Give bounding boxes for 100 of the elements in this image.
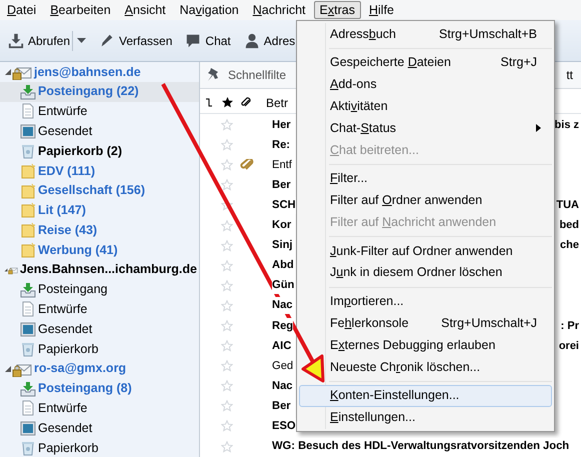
star-outline-icon bbox=[221, 260, 233, 272]
star-outline-icon bbox=[221, 280, 233, 292]
folder-row[interactable]: Papierkorb bbox=[0, 438, 199, 457]
folder-row[interactable]: Gesendet bbox=[0, 418, 199, 438]
toolbar-button[interactable]: Adres bbox=[242, 30, 298, 52]
folder-label: Reise (43) bbox=[37, 222, 98, 239]
folder-label: jens@bahnsen.de bbox=[32, 64, 142, 81]
menu-item[interactable]: Gespeicherte Dateien Strg+J bbox=[299, 52, 552, 74]
star-outline-icon bbox=[221, 300, 233, 312]
folder-icon bbox=[20, 162, 36, 179]
menu-item[interactable]: Hilfe bbox=[362, 1, 400, 19]
speech-bubble-icon bbox=[185, 32, 202, 48]
menu-item[interactable]: Fehlerkonsole Strg+Umschalt+J bbox=[299, 312, 552, 334]
folder-row[interactable]: Papierkorb (2) bbox=[0, 141, 199, 161]
folder-row[interactable]: Jens.Bahnsen...ichamburg.de bbox=[0, 260, 199, 280]
folder-label: Gesendet bbox=[37, 320, 94, 338]
trash-icon bbox=[20, 143, 36, 160]
folder-row[interactable]: Lit (147) bbox=[0, 200, 199, 220]
folder-row[interactable]: Posteingang (22) bbox=[0, 82, 199, 102]
folder-label: Gesellschaft (156) bbox=[37, 182, 146, 200]
menu-item[interactable]: Add-ons bbox=[299, 74, 552, 96]
folder-row[interactable]: Posteingang bbox=[0, 280, 199, 300]
column-title[interactable]: Betr bbox=[254, 94, 288, 112]
toolbar-text: tt bbox=[566, 67, 574, 84]
quick-filter-label[interactable]: Schnellfilte bbox=[228, 66, 286, 84]
menu-item[interactable]: Bearbeiten bbox=[44, 1, 117, 19]
folder-row[interactable]: Reise (43) bbox=[0, 220, 199, 240]
folder-label: Papierkorb bbox=[37, 340, 100, 358]
menu-item[interactable]: Ansicht bbox=[118, 1, 172, 19]
message-subject[interactable]: bis z bbox=[554, 116, 581, 134]
message-subject[interactable]: bed bbox=[559, 217, 581, 234]
menu-item[interactable]: Konten-Einstellungen... bbox=[299, 384, 552, 407]
folder-row[interactable]: Gesellschaft (156) bbox=[0, 180, 199, 201]
thread-icon bbox=[205, 98, 213, 108]
message-subject[interactable]: : Pr bbox=[560, 318, 581, 334]
person-icon bbox=[244, 32, 260, 48]
folder-row[interactable]: Posteingang (8) bbox=[0, 378, 199, 399]
menu-item[interactable]: Filter auf Ordner anwenden bbox=[299, 190, 552, 212]
star-outline-icon bbox=[221, 440, 233, 453]
page-icon bbox=[20, 400, 36, 416]
star-outline-icon bbox=[221, 220, 233, 232]
menu-item[interactable]: Navigation bbox=[174, 1, 245, 19]
paperclip-icon bbox=[240, 97, 250, 108]
message-subject[interactable]: Nac bbox=[272, 297, 293, 314]
folder-icon bbox=[20, 202, 36, 218]
menu-item[interactable]: Datei bbox=[1, 1, 42, 19]
message-subject[interactable]: TUA bbox=[556, 197, 581, 214]
star-outline-icon bbox=[221, 159, 233, 172]
message-subject[interactable]: orei bbox=[558, 338, 581, 354]
menu-item[interactable]: Einstellungen... bbox=[299, 406, 552, 429]
inbox-icon bbox=[20, 282, 36, 298]
menu-item[interactable]: Nachricht bbox=[246, 1, 312, 19]
folder-icon bbox=[20, 222, 36, 238]
folder-label: ro-sa@gmx.org bbox=[33, 360, 128, 378]
star-outline-icon bbox=[221, 179, 233, 192]
star-outline-icon bbox=[221, 119, 233, 132]
download-icon bbox=[8, 32, 24, 48]
folder-label: Entwürfe bbox=[37, 400, 88, 418]
menu-item[interactable]: Neueste Chronik löschen... bbox=[299, 356, 552, 378]
folder-label: Werbung (41) bbox=[37, 242, 119, 259]
message-subject[interactable]: Gün bbox=[272, 277, 294, 294]
folder-row[interactable]: Gesendet bbox=[0, 121, 199, 142]
caret-icon bbox=[77, 38, 86, 44]
message-subject[interactable]: che bbox=[560, 237, 581, 254]
menu-item[interactable]: Extras bbox=[314, 1, 361, 19]
folder-row[interactable]: Entwürfe bbox=[0, 398, 199, 418]
menu-item[interactable]: Adressbuch Strg+Umschalt+B bbox=[299, 23, 552, 45]
toolbar-button[interactable]: Chat bbox=[183, 30, 233, 52]
menu-item[interactable]: Chat-Status bbox=[299, 117, 552, 139]
folder-label: Entwürfe bbox=[37, 103, 88, 120]
folder-row[interactable]: Werbung (41) bbox=[0, 240, 199, 260]
menu-item[interactable]: Junk in diesem Ordner löschen bbox=[299, 262, 552, 284]
star-outline-icon bbox=[221, 400, 233, 412]
folder-label: Papierkorb bbox=[37, 440, 100, 457]
menu-item[interactable]: Junk-Filter auf Ordner anwenden bbox=[299, 240, 552, 262]
menu-item[interactable]: Externes Debugging erlauben bbox=[299, 334, 552, 356]
star-outline-icon bbox=[221, 360, 233, 372]
menu-item[interactable]: Aktivitäten bbox=[299, 95, 552, 118]
toolbar-button[interactable]: Verfassen bbox=[97, 30, 174, 52]
page-icon bbox=[20, 301, 36, 318]
folder-label: Lit (147) bbox=[37, 202, 87, 220]
folder-label: Entwürfe bbox=[37, 301, 88, 318]
message-subject[interactable]: Reg bbox=[272, 318, 294, 334]
folder-icon bbox=[20, 182, 36, 199]
dropdown-button[interactable] bbox=[72, 30, 88, 50]
menu-item[interactable]: Filter... bbox=[299, 168, 552, 190]
menu-item[interactable]: Importieren... bbox=[299, 290, 552, 313]
inbox-icon bbox=[20, 380, 36, 397]
folder-label: Posteingang bbox=[37, 281, 109, 298]
folder-row[interactable]: EDV (111) bbox=[0, 160, 199, 181]
folder-label: Posteingang (8) bbox=[37, 380, 133, 398]
folder-row[interactable]: jens@bahnsen.de bbox=[0, 62, 199, 82]
folder-row[interactable]: Gesendet bbox=[0, 319, 199, 340]
folder-label: Gesendet bbox=[37, 122, 94, 140]
folder-row[interactable]: Papierkorb bbox=[0, 339, 199, 359]
toolbar-button[interactable]: Abrufen bbox=[6, 30, 72, 52]
folder-row[interactable]: ro-sa@gmx.org bbox=[0, 358, 199, 379]
star-outline-icon bbox=[221, 420, 233, 432]
folder-row[interactable]: Entwürfe bbox=[0, 300, 199, 320]
folder-row[interactable]: Entwürfe bbox=[0, 102, 199, 122]
